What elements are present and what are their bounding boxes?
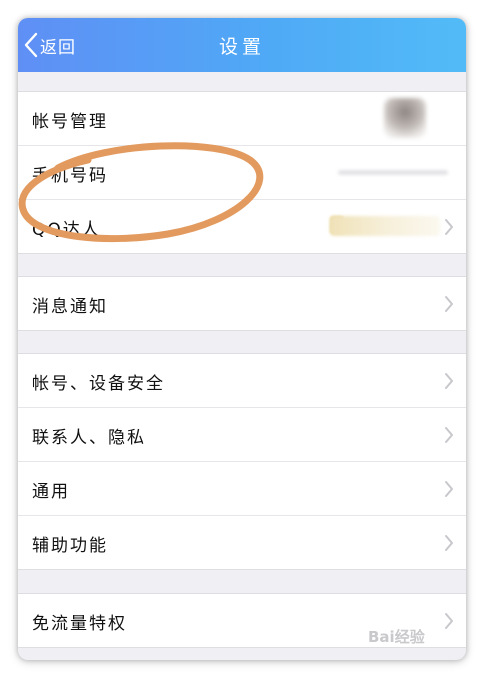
watermark: Bai经验 — [368, 626, 425, 647]
row-label: 帐号、设备安全 — [32, 374, 165, 394]
chevron-right-icon — [444, 534, 454, 556]
row-general[interactable]: 通用 — [18, 462, 466, 516]
nav-bar: 返回 设置 — [18, 18, 466, 72]
settings-group-notifications: 消息通知 — [18, 276, 466, 331]
row-label: 免流量特权 — [32, 614, 127, 634]
row-accessibility[interactable]: 辅助功能 — [18, 516, 466, 569]
phone-screen: 返回 设置 帐号管理 手机号码 QQ达人 消息通知 帐号、设备安全 联系人、隐私… — [18, 18, 466, 660]
settings-group-account: 帐号管理 手机号码 QQ达人 — [18, 91, 466, 254]
settings-list: 帐号管理 手机号码 QQ达人 消息通知 帐号、设备安全 联系人、隐私 通用 辅助… — [18, 72, 466, 660]
chevron-right-icon — [444, 612, 454, 634]
row-qq-expert[interactable]: QQ达人 — [18, 200, 466, 253]
phone-value-redacted — [338, 170, 448, 175]
row-message-notifications[interactable]: 消息通知 — [18, 277, 466, 330]
row-label: 消息通知 — [32, 297, 108, 317]
chevron-right-icon — [444, 426, 454, 448]
row-account-device-security[interactable]: 帐号、设备安全 — [18, 354, 466, 408]
row-account-management[interactable]: 帐号管理 — [18, 92, 466, 146]
row-label: 手机号码 — [32, 166, 108, 186]
settings-group-security: 帐号、设备安全 联系人、隐私 通用 辅助功能 — [18, 353, 466, 570]
avatar — [384, 98, 426, 138]
row-label: 通用 — [32, 482, 70, 502]
row-label: 帐号管理 — [32, 112, 108, 132]
chevron-right-icon — [444, 372, 454, 394]
watermark-text: Bai经验 — [368, 628, 425, 646]
row-contacts-privacy[interactable]: 联系人、隐私 — [18, 408, 466, 462]
page-title: 设置 — [218, 36, 265, 58]
row-phone-number[interactable]: 手机号码 — [18, 146, 466, 200]
chevron-right-icon — [444, 218, 454, 240]
row-label: 辅助功能 — [32, 536, 108, 556]
chevron-right-icon — [444, 480, 454, 502]
row-label: 联系人、隐私 — [32, 428, 146, 448]
qq-expert-value-redacted — [330, 216, 440, 236]
row-label: QQ达人 — [32, 220, 101, 240]
chevron-right-icon — [444, 295, 454, 317]
